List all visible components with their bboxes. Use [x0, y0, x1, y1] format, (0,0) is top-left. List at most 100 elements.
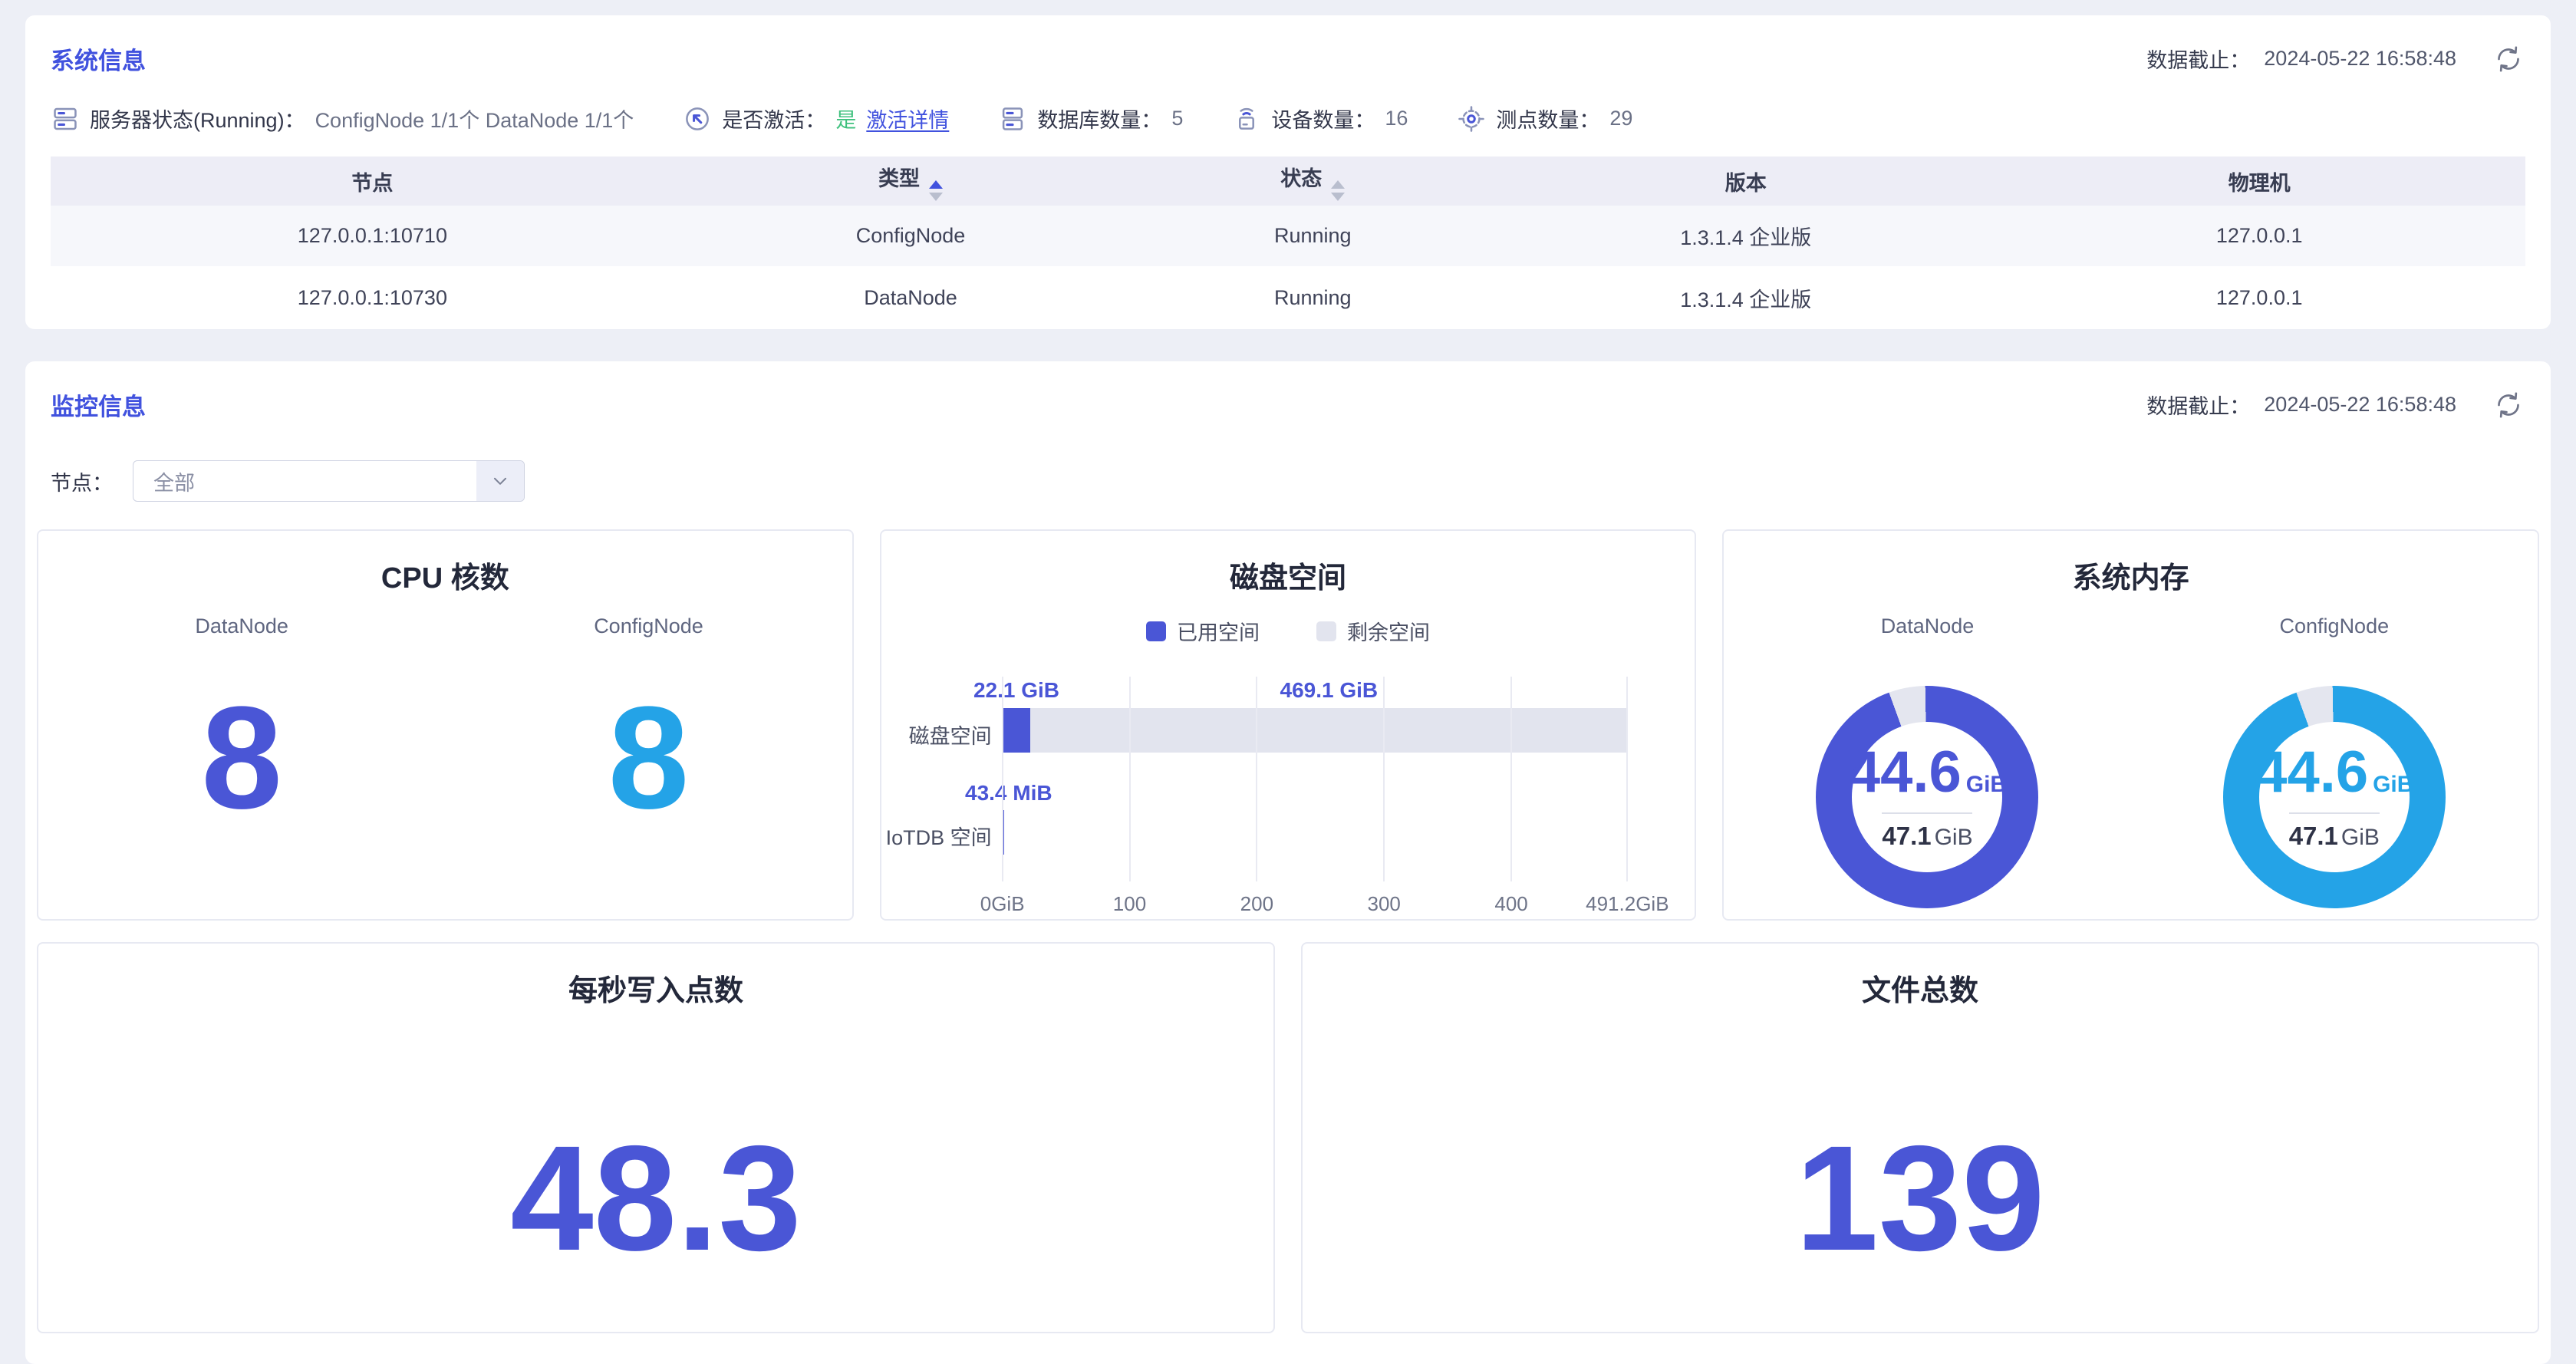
database-count-label: 数据库数量：	[1037, 104, 1161, 133]
x-tick-label: 400	[1494, 892, 1527, 916]
donut-center: 44.6 GiB 47.1 GiB	[1816, 686, 2038, 908]
column-header-status: 状态	[1127, 156, 1498, 206]
x-tick-label: 491.2GiB	[1586, 892, 1668, 916]
database-icon	[998, 104, 1027, 133]
column-header-version-label: 版本	[1725, 172, 1767, 195]
sort-control-type[interactable]	[929, 180, 943, 201]
used-space-label: 已用空间	[1177, 616, 1260, 646]
refresh-icon	[2493, 390, 2524, 420]
sort-control-status[interactable]	[1331, 180, 1345, 201]
datanode-label: DataNode	[1724, 614, 2130, 638]
system-info-title: 系统信息	[51, 41, 146, 76]
datanode-label: DataNode	[38, 614, 445, 638]
stat-database-count: 数据库数量： 5	[998, 104, 1183, 133]
monitor-info-title: 监控信息	[51, 387, 146, 422]
sort-desc-icon	[929, 193, 943, 201]
node-filter-row: 节点： 全部	[51, 460, 2525, 502]
memory-total-value: 47.1 GiB	[2289, 822, 2380, 851]
confignode-cpu-value: 8	[445, 678, 852, 838]
write-points-card: 每秒写入点数 48.3	[37, 942, 1275, 1333]
disk-row-category: 磁盘空间	[909, 720, 992, 750]
column-header-status-label: 状态	[1280, 167, 1322, 190]
stat-device-count: 设备数量： 16	[1232, 104, 1408, 133]
memory-donut: 44.6 GiB 47.1 GiB	[2223, 686, 2446, 908]
memory-used-value: 44.6 GiB	[2255, 743, 2413, 802]
system-info-card: 系统信息 数据截止： 2024-05-22 16:58:48 服务器	[25, 15, 2551, 329]
stat-activation: 是否激活： 是 激活详情	[683, 104, 949, 133]
node-table: 节点 类型 状态 版本 物理机 127.0.0.1:10710 ConfigNo…	[51, 156, 2525, 329]
memory-total-value: 47.1 GiB	[1882, 822, 1972, 851]
cell-host: 127.0.0.1	[1993, 267, 2525, 328]
server-nodes-icon	[51, 104, 80, 133]
disk-space-title: 磁盘空间	[881, 554, 1695, 596]
used-space-swatch	[1146, 621, 1166, 641]
cell-status: Running	[1127, 206, 1498, 267]
datanode-donut-wrap: 44.6 GiB 47.1 GiB	[1724, 686, 2130, 908]
cell-node: 127.0.0.1:10710	[51, 206, 694, 267]
column-header-node: 节点	[51, 156, 694, 206]
measurement-count-label: 测点数量：	[1496, 104, 1599, 133]
memory-donut: 44.6 GiB 47.1 GiB	[1816, 686, 2038, 908]
disk-bar-chart: 磁盘空间 IoTDB 空间 22.1 GiB 469.1 GiB 43.4 Mi…	[1003, 677, 1628, 881]
activation-icon	[683, 104, 712, 133]
x-gridline	[1626, 677, 1628, 881]
node-filter-selected-value: 全部	[133, 466, 476, 496]
column-header-host: 物理机	[1993, 156, 2525, 206]
sort-asc-icon	[1331, 180, 1345, 189]
cpu-cores-title: CPU 核数	[38, 554, 852, 596]
file-count-title: 文件总数	[1303, 967, 2538, 1009]
database-count-value: 5	[1171, 107, 1183, 130]
monitor-info-card: 监控信息 数据截止： 2024-05-22 16:58:48 节点： 全部	[25, 361, 2551, 1364]
cell-node: 127.0.0.1:10730	[51, 267, 694, 328]
column-header-node-label: 节点	[351, 172, 393, 195]
sort-desc-icon	[1331, 193, 1345, 201]
server-status-value: ConfigNode 1/1个 DataNode 1/1个	[315, 104, 634, 133]
activation-detail-link[interactable]: 激活详情	[866, 104, 949, 133]
refresh-button[interactable]	[2492, 388, 2525, 422]
device-icon	[1232, 104, 1261, 133]
device-count-label: 设备数量：	[1271, 104, 1375, 133]
system-card-header: 系统信息 数据截止： 2024-05-22 16:58:48	[51, 41, 2525, 76]
table-row: 127.0.0.1:10710 ConfigNode Running 1.3.1…	[51, 206, 2525, 267]
data-cutoff-label: 数据截止：	[2146, 44, 2250, 74]
table-row: 127.0.0.1:10730 DataNode Running 1.3.1.4…	[51, 267, 2525, 328]
system-stats-row: 服务器状态(Running)： ConfigNode 1/1个 DataNode…	[51, 104, 2525, 133]
node-filter-select[interactable]: 全部	[133, 460, 525, 502]
measurement-target-icon	[1457, 104, 1486, 133]
x-gridline	[1383, 677, 1385, 881]
memory-node-labels: DataNode ConfigNode	[1724, 614, 2538, 638]
used-number: 44.6	[2255, 743, 2368, 802]
memory-donuts: 44.6 GiB 47.1 GiB	[1724, 686, 2538, 908]
data-cutoff: 数据截止： 2024-05-22 16:58:48	[2146, 388, 2525, 422]
cell-status: Running	[1127, 267, 1498, 328]
donut-divider	[1882, 812, 1972, 814]
rest-space-swatch	[1316, 621, 1336, 641]
column-header-type-label: 类型	[878, 167, 920, 190]
cell-version: 1.3.1.4 企业版	[1498, 267, 1993, 328]
cpu-values: 8 8	[38, 678, 852, 838]
cell-type: ConfigNode	[694, 206, 1128, 267]
chevron-down-icon	[490, 471, 510, 491]
x-gridline	[1256, 677, 1257, 881]
disk-used-value-label: 22.1 GiB	[973, 678, 1059, 703]
node-table-header-row: 节点 类型 状态 版本 物理机	[51, 156, 2525, 206]
measurement-count-value: 29	[1609, 107, 1632, 130]
disk-rest-segment	[1030, 708, 1627, 753]
data-cutoff-time: 2024-05-22 16:58:48	[2264, 393, 2456, 417]
disk-used-segment	[1003, 708, 1031, 753]
donut-center: 44.6 GiB 47.1 GiB	[2223, 686, 2446, 908]
confignode-donut-wrap: 44.6 GiB 47.1 GiB	[2131, 686, 2538, 908]
data-cutoff-label: 数据截止：	[2146, 390, 2250, 420]
confignode-label: ConfigNode	[445, 614, 852, 638]
confignode-label: ConfigNode	[2131, 614, 2538, 638]
data-cutoff-time: 2024-05-22 16:58:48	[2264, 47, 2456, 71]
cell-host: 127.0.0.1	[1993, 206, 2525, 267]
system-memory-title: 系统内存	[1724, 554, 2538, 596]
write-points-title: 每秒写入点数	[38, 967, 1273, 1009]
refresh-button[interactable]	[2492, 42, 2525, 76]
stat-server-status: 服务器状态(Running)： ConfigNode 1/1个 DataNode…	[51, 104, 634, 133]
cell-version: 1.3.1.4 企业版	[1498, 206, 1993, 267]
used-unit: GiB	[1966, 773, 2007, 796]
datanode-cpu-value: 8	[38, 678, 445, 838]
device-count-value: 16	[1385, 107, 1408, 130]
